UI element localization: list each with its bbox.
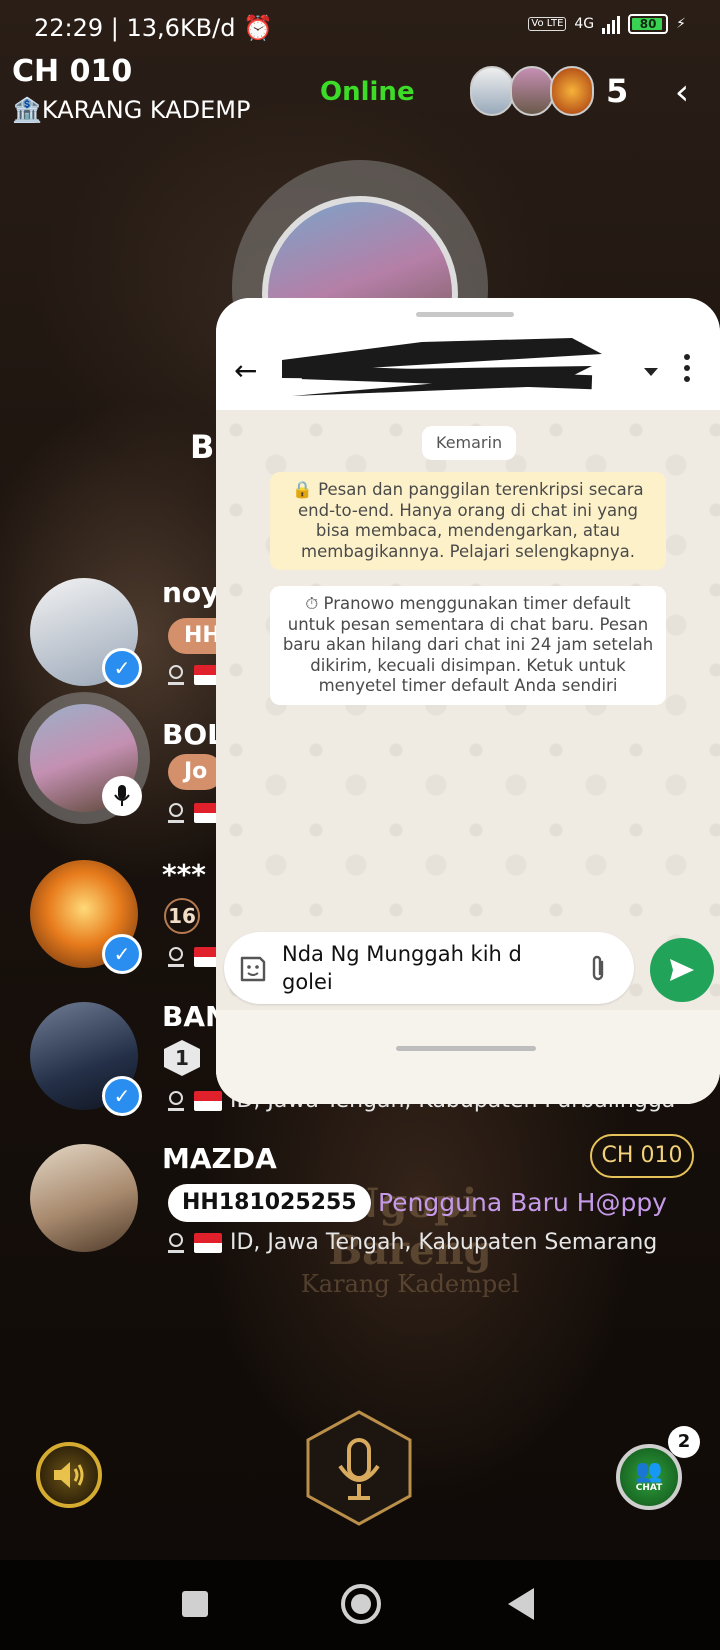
alarm-icon: ⏰ — [243, 14, 273, 42]
audience-avatar[interactable] — [470, 66, 514, 116]
user-location — [166, 946, 222, 968]
status-icons: Vo LTE 4G 80 ⚡ — [528, 14, 686, 34]
network-type: 4G — [574, 16, 595, 32]
location-pin-icon — [168, 947, 184, 967]
channel-tag: CH 010 — [590, 1134, 694, 1178]
chat-label: CHAT — [635, 1483, 663, 1493]
recents-button[interactable] — [182, 1591, 208, 1617]
charging-icon: ⚡ — [676, 16, 686, 32]
online-status: Online — [320, 77, 415, 107]
chat-button[interactable]: 👥 CHAT — [616, 1444, 682, 1510]
audience-list[interactable]: 5 — [470, 66, 628, 116]
user-id-tag: HH181025255 — [168, 1184, 371, 1222]
battery-level: 80 — [639, 17, 657, 31]
resize-handle[interactable] — [396, 1046, 536, 1051]
chevron-left-icon[interactable]: ‹ — [660, 70, 704, 114]
paperclip-icon[interactable] — [586, 954, 610, 984]
send-icon — [670, 959, 694, 981]
signal-icon — [602, 14, 621, 34]
message-text[interactable]: Nda Ng Munggah kih d golei — [282, 940, 562, 996]
status-time: 22:29 | 13,6KB/d ⏰ — [34, 14, 273, 42]
user-name: noy — [162, 576, 220, 609]
location-pin-icon — [168, 1232, 184, 1253]
bank-icon: 🏦 — [12, 96, 42, 124]
status-time-text: 22:29 | 13,6KB/d — [34, 14, 236, 42]
date-chip: Kemarin — [422, 426, 517, 460]
back-button[interactable] — [508, 1588, 534, 1620]
popup-footer — [216, 1010, 720, 1104]
encryption-notice[interactable]: 🔒 Pesan dan panggilan terenkripsi secara… — [270, 472, 666, 570]
audience-avatar[interactable] — [510, 66, 554, 116]
level-badge: 1 — [164, 1040, 200, 1076]
battery-icon: 80 — [628, 14, 669, 34]
chevron-down-icon[interactable] — [644, 368, 658, 376]
users-icon: 👥 — [635, 1459, 663, 1484]
verified-icon: ✓ — [102, 648, 142, 688]
user-name: *** — [162, 858, 206, 891]
audience-avatar[interactable] — [550, 66, 594, 116]
user-name: MAZDA — [162, 1142, 277, 1175]
chat-header: ← — [216, 298, 720, 410]
whatsapp-chat-popup[interactable]: ← Kemarin 🔒 Pesan dan panggilan terenkri… — [216, 298, 720, 1104]
microphone-button[interactable] — [304, 1410, 414, 1526]
message-input[interactable]: Nda Ng Munggah kih d golei — [224, 932, 634, 1004]
verified-icon: ✓ — [102, 934, 142, 974]
speaker-button[interactable] — [36, 1442, 102, 1508]
more-options-icon[interactable] — [684, 354, 690, 382]
location-pin-icon — [168, 1090, 184, 1111]
level-badge: 16 — [164, 898, 200, 934]
arrow-left-icon[interactable]: ← — [234, 354, 257, 387]
room-name-text: KARANG KADEMP — [41, 96, 251, 124]
chat-unread-badge: 2 — [668, 1426, 700, 1458]
user-label: Pengguna Baru H@ppy — [378, 1188, 667, 1217]
flag-icon — [194, 1232, 222, 1253]
send-button[interactable] — [650, 938, 714, 1002]
volte-icon: Vo LTE — [528, 17, 567, 31]
home-button[interactable] — [341, 1584, 381, 1624]
audience-count: 5 — [606, 72, 629, 110]
user-location — [166, 664, 222, 686]
room-code: CH 010 — [12, 54, 133, 89]
status-bar: 22:29 | 13,6KB/d ⏰ Vo LTE 4G 80 ⚡ — [0, 0, 720, 52]
watermark-subtitle: Karang Kadempel — [300, 1270, 520, 1298]
location-pin-icon — [168, 665, 184, 685]
disappearing-timer-notice[interactable]: ⏱ Pranowo menggunakan timer default untu… — [270, 586, 666, 705]
sticker-icon[interactable] — [238, 954, 268, 984]
location-pin-icon — [168, 803, 184, 823]
room-name: 🏦KARANG KADEMP — [12, 96, 280, 124]
user-location: ID, Jawa Tengah, Kabupaten Semarang — [166, 1230, 657, 1255]
user-location — [166, 802, 222, 824]
location-text: ID, Jawa Tengah, Kabupaten Semarang — [230, 1230, 658, 1255]
verified-icon: ✓ — [102, 1076, 142, 1116]
drag-handle[interactable] — [416, 312, 514, 317]
redacted-contact-name — [282, 338, 602, 396]
avatar[interactable] — [30, 1144, 138, 1252]
speaker-icon — [54, 1462, 84, 1488]
microphone-icon — [102, 776, 142, 816]
